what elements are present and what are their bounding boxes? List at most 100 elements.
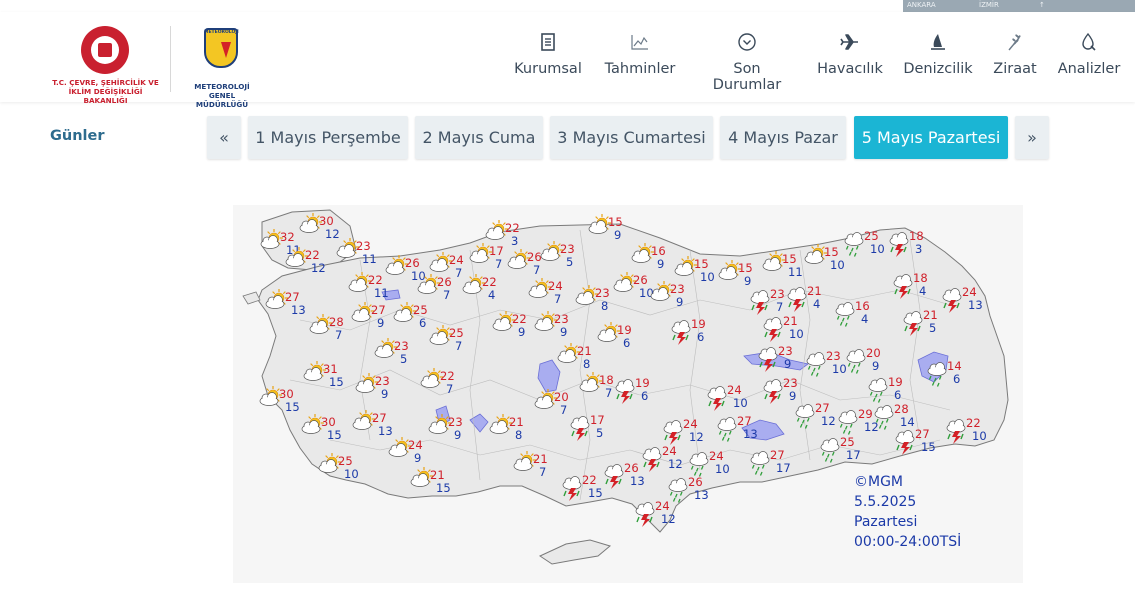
wheat-icon — [1008, 34, 1021, 51]
station-high-temp: 16 — [651, 244, 666, 258]
station-low-temp: 11 — [374, 286, 389, 300]
station-high-temp: 26 — [624, 461, 639, 475]
cyprus-island — [538, 539, 612, 565]
chart-icon — [631, 35, 648, 50]
ministry-emblem-icon — [81, 26, 129, 74]
nav-ziraat[interactable]: Ziraat — [990, 32, 1040, 87]
station-high-temp: 19 — [888, 375, 903, 389]
tab-day-2[interactable]: 2 Mayıs Cuma — [415, 116, 543, 159]
nav-denizcilik[interactable]: Denizcilik — [901, 32, 975, 87]
top-utility-bar: ANKARA İZMİR ↑ — [903, 0, 1135, 12]
station-high-temp: 22 — [505, 221, 520, 235]
station-high-temp: 25 — [840, 435, 855, 449]
top-link-up[interactable]: ↑ — [1039, 1, 1045, 9]
station-low-temp: 13 — [630, 474, 645, 488]
logo-divider — [170, 26, 171, 92]
station-high-temp: 24 — [683, 417, 698, 431]
station-low-temp: 10 — [832, 362, 847, 376]
station-low-temp: 13 — [378, 424, 393, 438]
station-low-temp: 15 — [285, 400, 300, 414]
station-low-temp: 5 — [929, 321, 936, 335]
station-high-temp: 28 — [894, 402, 909, 416]
nav-label: Havacılık — [817, 61, 883, 77]
station-high-temp: 23 — [783, 376, 798, 390]
station-low-temp: 6 — [894, 388, 901, 402]
station-low-temp: 10 — [972, 429, 987, 443]
imbros-island — [242, 291, 261, 305]
station-low-temp: 5 — [400, 352, 407, 366]
mgm-logo[interactable]: METEOROLOJİ METEOROLOJİ GENEL MÜDÜRLÜĞÜ — [182, 26, 262, 109]
station-low-temp: 10 — [733, 396, 748, 410]
tab-day-3[interactable]: 3 Mayıs Cumartesi — [550, 116, 713, 159]
station-low-temp: 13 — [291, 303, 306, 317]
days-prev-button[interactable]: « — [207, 116, 241, 159]
station-high-temp: 18 — [599, 373, 614, 387]
station-high-temp: 18 — [913, 271, 928, 285]
station-high-temp: 24 — [449, 253, 464, 267]
station-high-temp: 26 — [405, 256, 420, 270]
station-high-temp: 15 — [782, 252, 797, 266]
station-high-temp: 23 — [394, 339, 409, 353]
station-high-temp: 26 — [527, 250, 542, 264]
station-high-temp: 21 — [923, 308, 938, 322]
station-low-temp: 10 — [789, 327, 804, 341]
airplane-icon — [840, 34, 858, 50]
station-high-temp: 22 — [440, 369, 455, 383]
station-low-temp: 7 — [455, 339, 462, 353]
nav-kurumsal[interactable]: Kurumsal — [512, 32, 584, 87]
station-low-temp: 6 — [697, 330, 704, 344]
station-low-temp: 9 — [872, 359, 879, 373]
station-high-temp: 23 — [356, 239, 371, 253]
days-next-button[interactable]: » — [1015, 116, 1049, 159]
station-low-temp: 13 — [968, 298, 983, 312]
station-high-temp: 21 — [783, 314, 798, 328]
station-low-temp: 8 — [515, 428, 522, 442]
forecast-map: 30 12 32 11 22 12 23 11 26 10 22 11 27 13 27 9 25 6 28 7 24 7… — [233, 205, 1023, 583]
station-low-temp: 9 — [414, 451, 421, 465]
top-link-izmir[interactable]: İZMİR — [979, 1, 999, 9]
station-high-temp: 26 — [688, 475, 703, 489]
map-info-box: ©MGM 5.5.2025 Pazartesi 00:00-24:00TSİ — [854, 472, 961, 552]
mgm-name-line1: METEOROLOJİ — [194, 82, 250, 91]
days-label: Günler — [50, 128, 105, 144]
ministry-logo[interactable]: T.C. ÇEVRE, ŞEHİRCİLİK VE İKLİM DEĞİŞİKL… — [48, 26, 163, 105]
station-high-temp: 21 — [430, 468, 445, 482]
station-low-temp: 8 — [583, 357, 590, 371]
station-high-temp: 22 — [368, 273, 383, 287]
map-date: 5.5.2025 — [854, 494, 917, 510]
mgm-badge-text: METEOROLOJİ — [204, 30, 239, 35]
chevron-circle-icon — [738, 33, 756, 51]
station-low-temp: 7 — [605, 386, 612, 400]
station-low-temp: 10 — [411, 269, 426, 283]
tab-day-5[interactable]: 5 Mayıs Pazartesi — [854, 116, 1008, 159]
station-low-temp: 9 — [454, 428, 461, 442]
station-high-temp: 24 — [709, 449, 724, 463]
station-high-temp: 23 — [826, 349, 841, 363]
station-low-temp: 12 — [821, 414, 836, 428]
nav-analizler[interactable]: Analizler — [1057, 32, 1121, 87]
station-high-temp: 15 — [824, 245, 839, 259]
station-low-temp: 6 — [641, 389, 648, 403]
station-high-temp: 21 — [533, 452, 548, 466]
station-low-temp: 13 — [743, 427, 758, 441]
station-high-temp: 22 — [482, 275, 497, 289]
nav-tahminler[interactable]: Tahminler — [603, 32, 677, 87]
tab-day-4[interactable]: 4 Mayıs Pazar — [720, 116, 846, 159]
station-high-temp: 27 — [915, 427, 930, 441]
station-high-temp: 24 — [408, 438, 423, 452]
station-low-temp: 9 — [518, 325, 525, 339]
station-low-temp: 10 — [700, 270, 715, 284]
station-high-temp: 23 — [595, 286, 610, 300]
station-high-temp: 23 — [670, 282, 685, 296]
station-high-temp: 17 — [590, 413, 605, 427]
station-high-temp: 25 — [864, 229, 879, 243]
station-low-temp: 10 — [715, 462, 730, 476]
station-low-temp: 5 — [566, 255, 573, 269]
station-high-temp: 27 — [815, 401, 830, 415]
station-high-temp: 19 — [617, 323, 632, 337]
nav-son-durumlar[interactable]: Son Durumlar — [697, 32, 797, 93]
top-link-ankara[interactable]: ANKARA — [907, 1, 936, 9]
nav-havacilik[interactable]: Havacılık — [816, 32, 884, 87]
tab-day-1[interactable]: 1 Mayıs Perşembe — [248, 116, 408, 159]
station-low-temp: 7 — [443, 288, 450, 302]
